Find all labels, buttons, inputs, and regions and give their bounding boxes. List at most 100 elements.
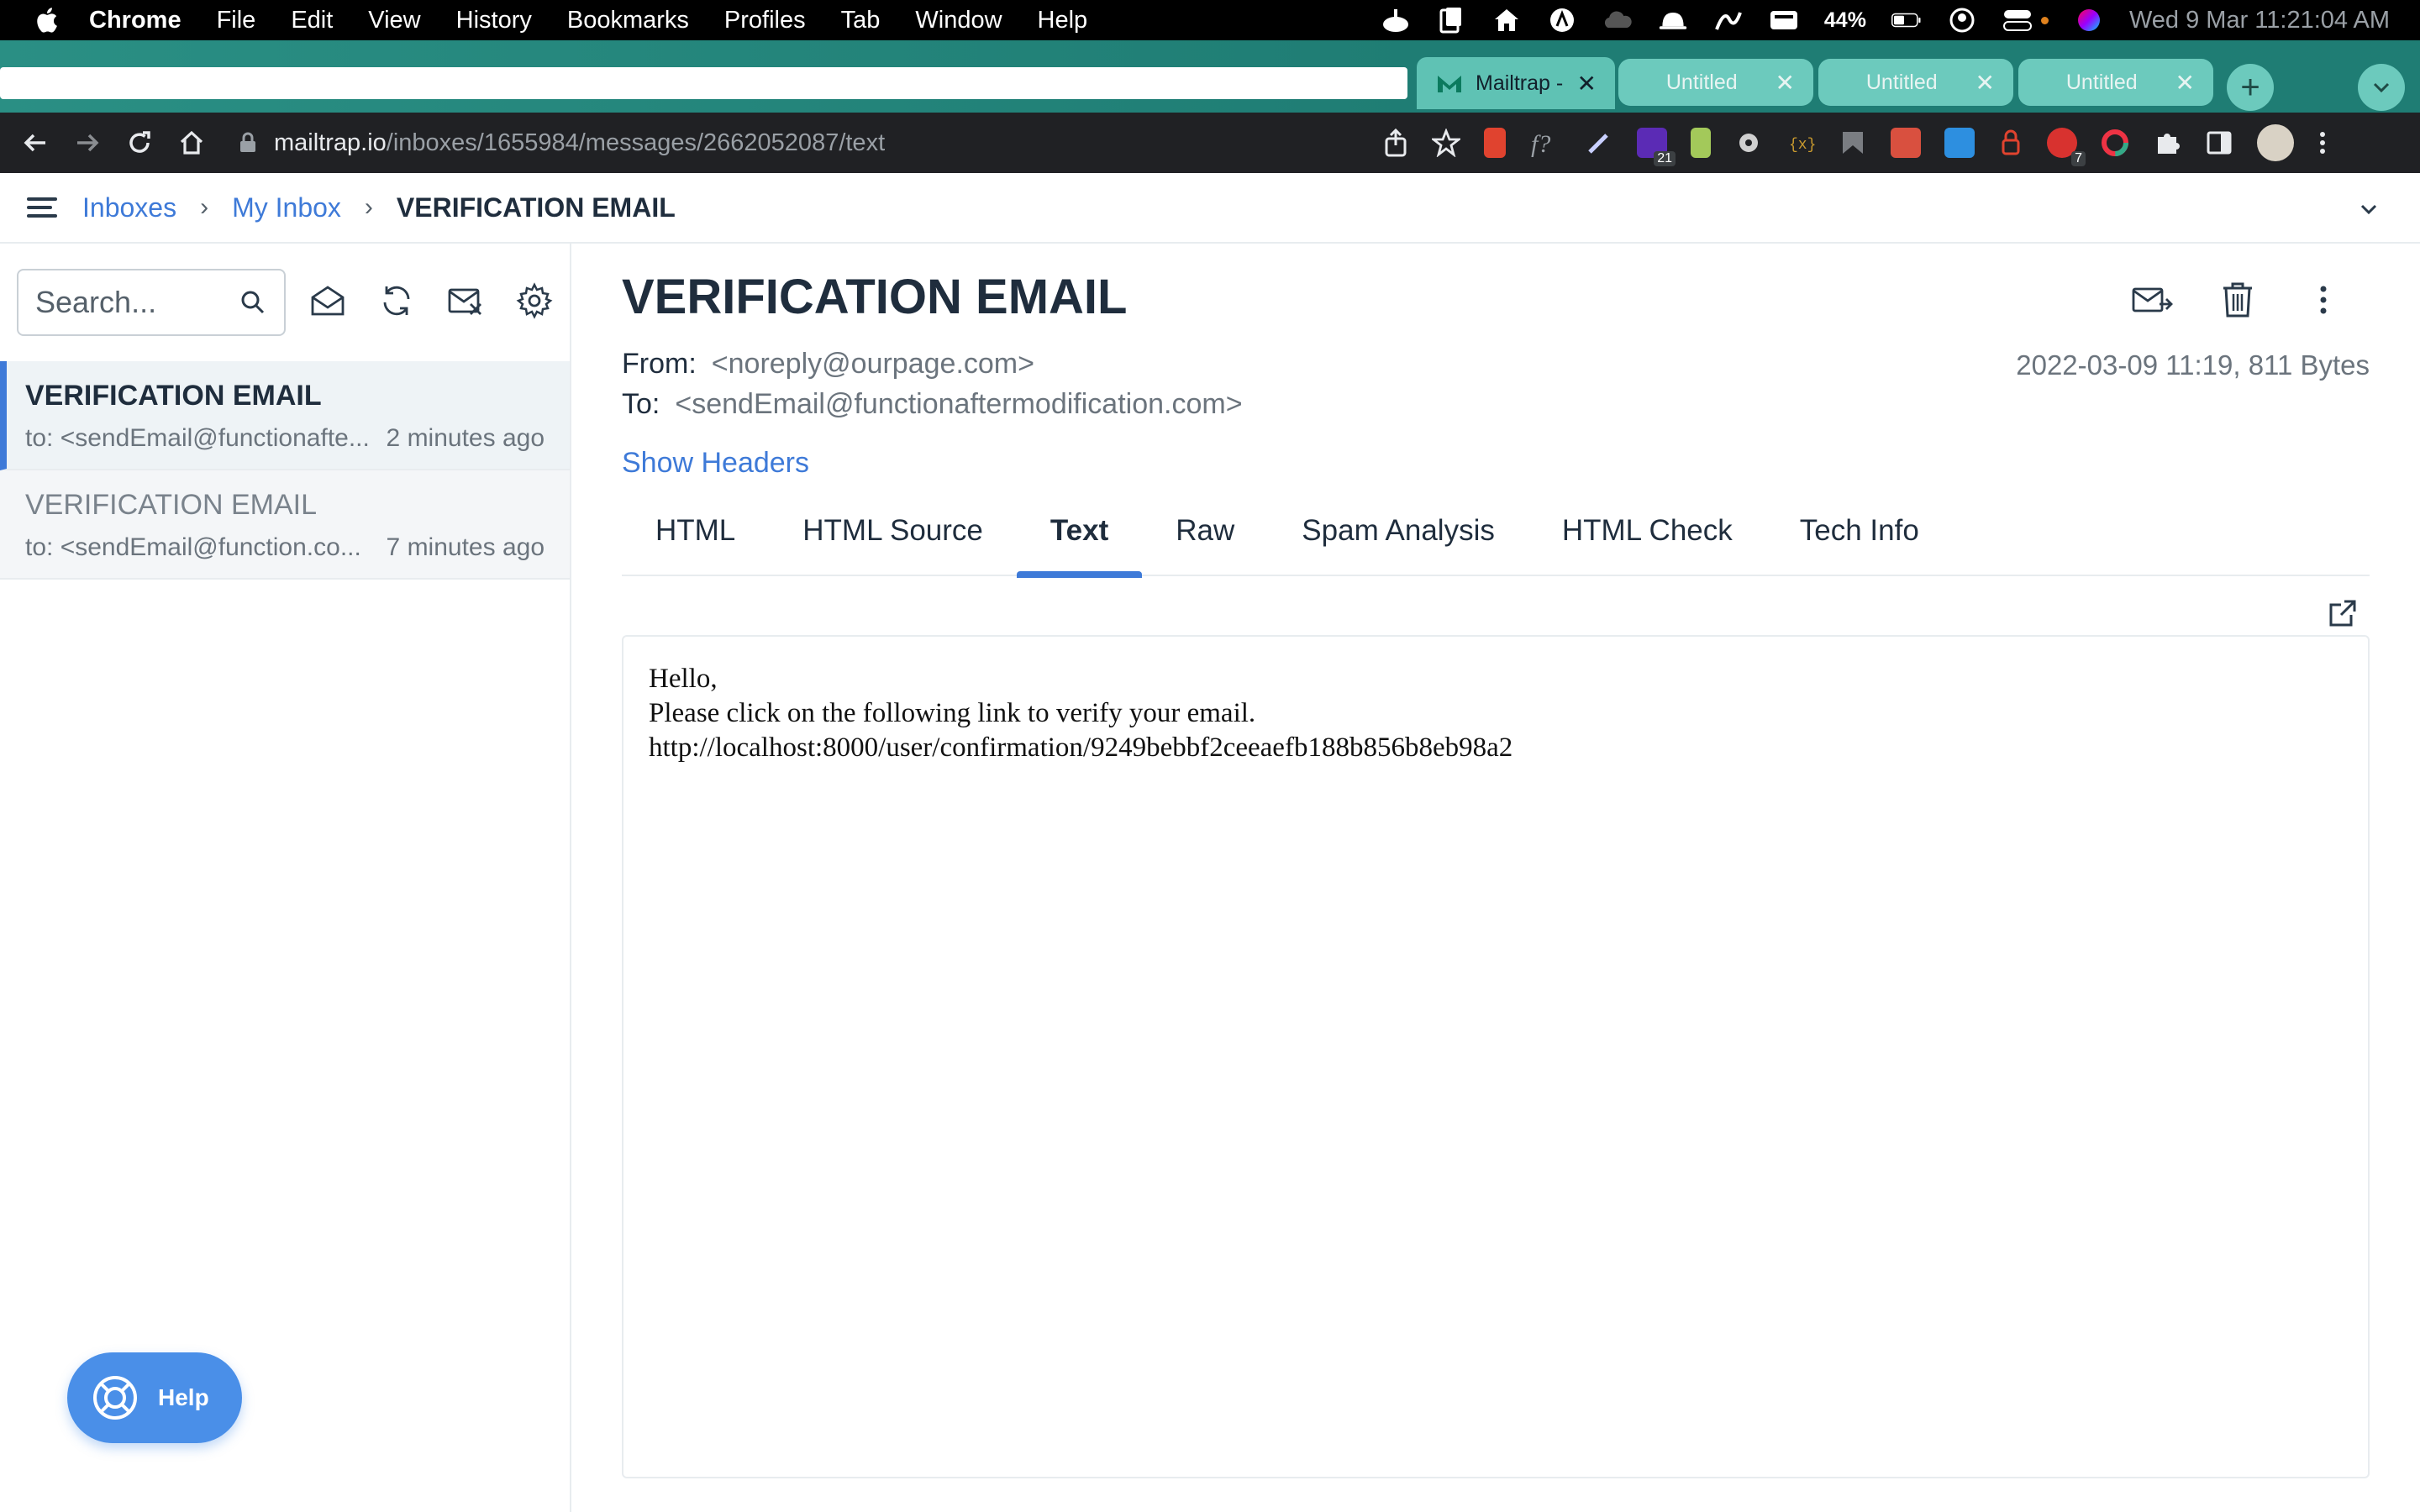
home-icon[interactable]	[1491, 6, 1522, 34]
extension-icon-red[interactable]	[1891, 128, 1921, 158]
puzzle-icon[interactable]	[2153, 129, 2181, 157]
clear-inbox-icon[interactable]	[447, 282, 484, 319]
extension-icon-green[interactable]	[1691, 128, 1711, 158]
search-box[interactable]	[17, 269, 286, 336]
control-center-icon[interactable]	[2002, 6, 2033, 34]
cloud-app-icon[interactable]	[1381, 6, 1411, 34]
search-icon[interactable]	[239, 288, 267, 317]
tab-close-button[interactable]: ✕	[2175, 69, 2195, 97]
message-subject: VERIFICATION EMAIL	[25, 489, 317, 521]
breadcrumb-separator: ›	[364, 193, 373, 221]
message-actions	[2131, 279, 2344, 321]
message-body-text[interactable]: Hello, Please click on the following lin…	[649, 662, 2343, 765]
new-tab-button[interactable]: +	[2227, 64, 2274, 111]
inbox-sidebar: VERIFICATION EMAIL to: <sendEmail@functi…	[0, 244, 571, 1512]
gear-icon[interactable]	[1734, 129, 1763, 157]
address-bar[interactable]: mailtrap.io/inboxes/1655984/messages/266…	[237, 121, 1489, 165]
lifebuoy-icon	[93, 1376, 137, 1420]
keyboard-icon[interactable]	[1769, 6, 1799, 34]
pen-icon[interactable]	[1585, 129, 1613, 157]
more-options-icon[interactable]	[2302, 279, 2344, 321]
adblock-icon[interactable]: 7	[2047, 128, 2086, 166]
clipboard-icon[interactable]	[1436, 6, 1466, 34]
tab-strip-highlight	[0, 67, 1407, 99]
tab-search-button[interactable]	[2358, 64, 2405, 111]
share-icon[interactable]	[1383, 129, 1408, 157]
menu-bookmarks[interactable]: Bookmarks	[567, 7, 689, 34]
lock-shield-icon[interactable]	[1998, 129, 2023, 157]
hamburger-menu-icon[interactable]	[24, 189, 60, 226]
search-input[interactable]	[35, 285, 229, 320]
message-list-item[interactable]: VERIFICATION EMAIL to: <sendEmail@functi…	[0, 361, 570, 470]
braces-icon[interactable]: {x}	[1786, 129, 1815, 157]
tab-close-button[interactable]: ✕	[1577, 70, 1597, 97]
arrow-left-icon	[24, 134, 45, 152]
formula-icon[interactable]: f?	[1529, 129, 1561, 157]
breadcrumb-my-inbox[interactable]: My Inbox	[232, 192, 341, 223]
bookmark-star-icon[interactable]	[1432, 129, 1460, 157]
kebab-menu-icon[interactable]	[2317, 129, 2328, 157]
hat-icon[interactable]	[1658, 6, 1688, 34]
tab-untitled-3[interactable]: Untitled ✕	[2018, 59, 2213, 106]
bookmark-flag-icon[interactable]	[1839, 129, 1867, 157]
profile-avatar[interactable]	[2257, 124, 2294, 161]
lock-icon[interactable]	[237, 132, 259, 154]
extension-icon-purple[interactable]: 21	[1637, 128, 1676, 166]
open-external-icon[interactable]	[2326, 596, 2360, 630]
home-button[interactable]	[175, 126, 208, 160]
extension-badge: 21	[1654, 151, 1676, 166]
menu-help[interactable]: Help	[1038, 7, 1088, 34]
extension-icon-blue[interactable]	[1944, 128, 1975, 158]
tab-close-button[interactable]: ✕	[1975, 69, 1995, 97]
tab-tech-info[interactable]: Tech Info	[1766, 507, 1953, 576]
extension-icon-1[interactable]	[1484, 128, 1506, 158]
battery-icon[interactable]	[1891, 6, 1922, 34]
user-icon[interactable]	[1947, 6, 1977, 34]
tab-html[interactable]: HTML	[622, 507, 769, 576]
tab-raw[interactable]: Raw	[1142, 507, 1268, 576]
sidebar-icon[interactable]	[2205, 129, 2233, 157]
forward-button[interactable]	[71, 126, 104, 160]
gear-icon[interactable]	[516, 282, 553, 319]
tab-close-button[interactable]: ✕	[1776, 69, 1795, 97]
from-label: From:	[622, 348, 697, 380]
tab-untitled-2[interactable]: Untitled ✕	[1818, 59, 2013, 106]
show-headers-link[interactable]: Show Headers	[622, 447, 809, 480]
message-list: VERIFICATION EMAIL to: <sendEmail@functi…	[0, 361, 570, 580]
a-circle-icon[interactable]	[1547, 6, 1577, 34]
mark-read-icon[interactable]	[309, 282, 346, 319]
trash-icon[interactable]	[2217, 279, 2259, 321]
back-button[interactable]	[18, 126, 52, 160]
menu-window[interactable]: Window	[915, 7, 1002, 34]
color-wheel-icon[interactable]	[2101, 129, 2129, 157]
menubar-clock[interactable]: Wed 9 Mar 11:21:04 AM	[2129, 7, 2390, 34]
extension-badge: 7	[2071, 151, 2086, 166]
tab-text[interactable]: Text	[1016, 507, 1143, 578]
breadcrumb-inboxes[interactable]: Inboxes	[82, 192, 176, 223]
tab-html-source[interactable]: HTML Source	[769, 507, 1017, 576]
reload-button[interactable]	[123, 126, 156, 160]
menu-profiles[interactable]: Profiles	[724, 7, 806, 34]
tab-label: Untitled	[2065, 70, 2138, 94]
menu-view[interactable]: View	[368, 7, 420, 34]
app-header: Inboxes › My Inbox › VERIFICATION EMAIL	[0, 173, 2420, 244]
forward-email-icon[interactable]	[2131, 279, 2173, 321]
tab-untitled-1[interactable]: Untitled ✕	[1618, 59, 1813, 106]
apple-icon[interactable]	[32, 4, 64, 36]
menu-history[interactable]: History	[456, 7, 532, 34]
cloud-icon[interactable]	[1602, 6, 1633, 34]
siri-icon[interactable]	[2074, 6, 2104, 34]
message-list-item[interactable]: VERIFICATION EMAIL to: <sendEmail@functi…	[0, 470, 570, 580]
menu-tab[interactable]: Tab	[841, 7, 881, 34]
tab-html-check[interactable]: HTML Check	[1528, 507, 1766, 576]
chevron-down-icon[interactable]	[2356, 197, 2381, 222]
menu-edit[interactable]: Edit	[291, 7, 333, 34]
breadcrumb-separator: ›	[200, 193, 209, 221]
menu-app-name[interactable]: Chrome	[89, 7, 182, 34]
menu-file[interactable]: File	[217, 7, 256, 34]
refresh-icon[interactable]	[378, 282, 415, 319]
help-button[interactable]: Help	[67, 1352, 242, 1443]
tab-mailtrap[interactable]: Mailtrap - ✕	[1417, 57, 1615, 109]
scribble-icon[interactable]	[1713, 6, 1744, 34]
tab-spam-analysis[interactable]: Spam Analysis	[1268, 507, 1528, 576]
